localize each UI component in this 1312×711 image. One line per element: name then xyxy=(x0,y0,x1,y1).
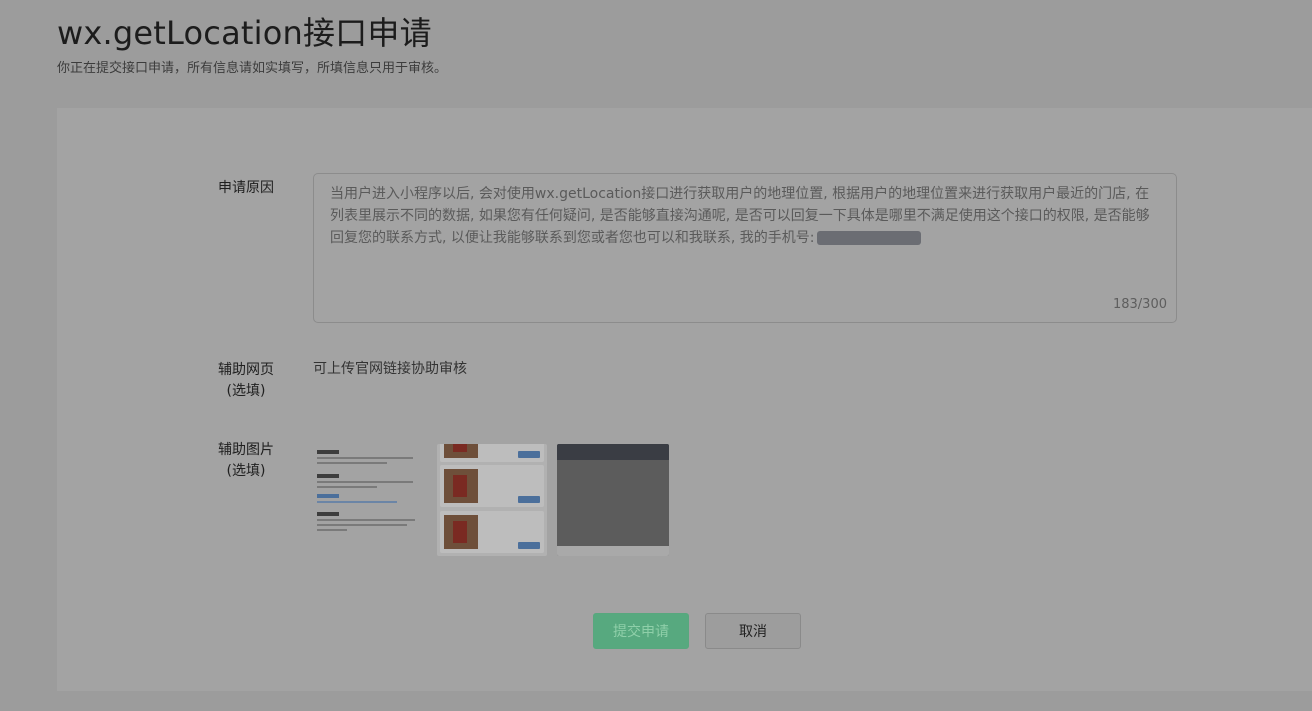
submit-button[interactable]: 提交申请 xyxy=(593,613,689,649)
webpage-hint: 可上传官网链接协助审核 xyxy=(313,361,467,377)
reason-label: 申请原因 xyxy=(218,180,274,196)
char-counter: 183/300 xyxy=(1112,297,1167,312)
reason-textarea[interactable]: 当用户进入小程序以后, 会对使用wx.getLocation接口进行获取用户的地… xyxy=(313,173,1177,323)
page-subtitle: 你正在提交接口申请，所有信息请如实填写，所填信息只用于审核。 xyxy=(57,61,448,76)
image-thumbnail-1[interactable] xyxy=(313,444,425,556)
page-title: wx.getLocation接口申请 xyxy=(57,14,432,52)
images-label: 辅助图片 (选填) xyxy=(218,442,274,479)
webpage-label: 辅助网页 (选填) xyxy=(218,362,274,399)
image-thumbnail-2[interactable] xyxy=(437,444,547,556)
image-thumbnail-3[interactable] xyxy=(557,444,669,556)
cancel-button[interactable]: 取消 xyxy=(705,613,801,649)
phone-number-redacted xyxy=(816,231,921,245)
reason-text: 当用户进入小程序以后, 会对使用wx.getLocation接口进行获取用户的地… xyxy=(330,186,1150,246)
